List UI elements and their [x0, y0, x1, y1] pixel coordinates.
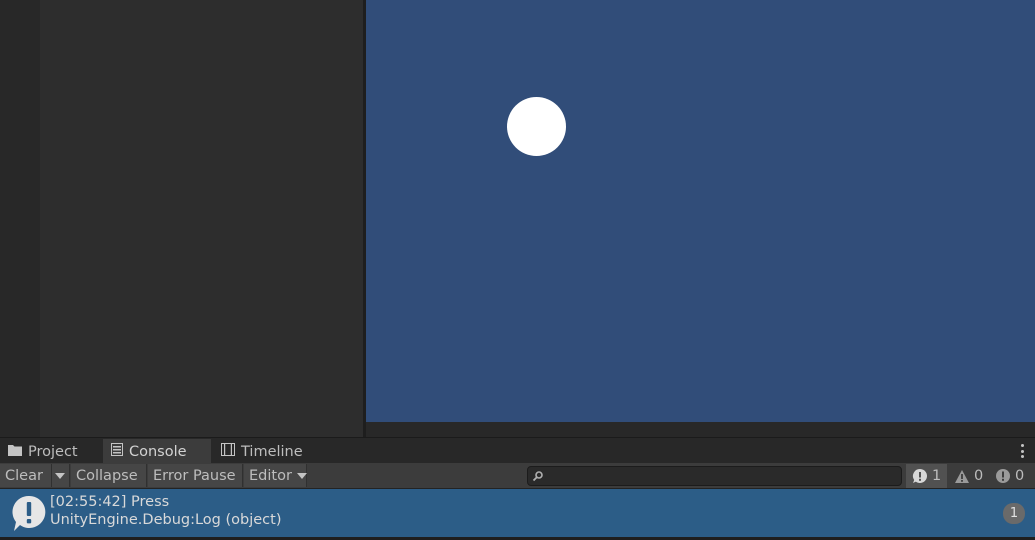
chevron-down-icon [55, 472, 65, 479]
game-view[interactable] [366, 0, 1035, 422]
hierarchy-panel[interactable] [40, 0, 363, 437]
tab-console[interactable]: Console [103, 439, 211, 464]
log-message: [02:55:42] Press [50, 494, 170, 510]
error-icon [995, 468, 1011, 484]
timeline-icon [221, 443, 235, 460]
bottom-tab-bar: Project Console Timeline [0, 437, 1035, 464]
clear-options-dropdown[interactable] [52, 464, 70, 487]
log-source: UnityEngine.Debug:Log (object) [50, 512, 282, 528]
warning-count: 0 [974, 468, 984, 484]
error-pause-toggle[interactable]: Error Pause [148, 464, 243, 487]
console-icon [111, 443, 123, 460]
tab-timeline-label: Timeline [241, 443, 303, 460]
error-count: 0 [1015, 468, 1025, 484]
clear-button[interactable]: Clear [0, 464, 52, 487]
info-icon [912, 468, 928, 484]
search-icon [532, 471, 543, 482]
info-icon [12, 495, 46, 531]
folder-icon [8, 444, 22, 460]
chevron-down-icon [296, 472, 307, 479]
more-options-icon[interactable] [1017, 442, 1027, 460]
game-view-footer [366, 422, 1035, 437]
log-repeat-count-badge: 1 [1003, 503, 1025, 524]
tab-console-label: Console [129, 443, 187, 460]
warning-icon [954, 469, 970, 484]
white-circle-sprite [507, 97, 566, 156]
left-panel-strip [0, 0, 40, 437]
tab-project-label: Project [28, 443, 78, 460]
tab-timeline[interactable]: Timeline [213, 439, 323, 464]
error-count-toggle[interactable]: 0 [989, 464, 1035, 488]
log-count: 1 [932, 468, 942, 484]
editor-dropdown-label: Editor [249, 467, 292, 484]
warning-count-toggle[interactable]: 0 [948, 464, 988, 488]
tab-project[interactable]: Project [0, 439, 103, 464]
collapse-toggle[interactable]: Collapse [71, 464, 147, 487]
editor-dropdown[interactable]: Editor [244, 464, 307, 487]
log-count-toggle[interactable]: 1 [906, 464, 947, 488]
search-input[interactable] [527, 466, 902, 486]
